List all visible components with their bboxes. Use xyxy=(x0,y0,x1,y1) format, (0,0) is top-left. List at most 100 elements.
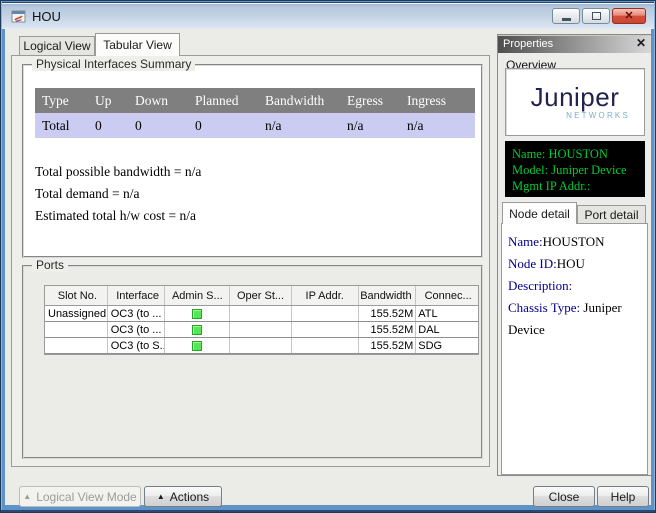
summary-total-up: 0 xyxy=(88,118,128,134)
logical-view-mode-button: ▲ Logical View Mode xyxy=(19,486,141,507)
summary-table-header: Type Up Down Planned Bandwidth Egress In… xyxy=(35,88,475,113)
field-name: Name:HOUSTON xyxy=(508,231,641,253)
minimize-icon xyxy=(562,18,571,21)
admin-status-up-icon xyxy=(192,309,202,319)
port-slot xyxy=(45,322,108,337)
window-title: HOU xyxy=(32,3,61,30)
ports-group-title: Ports xyxy=(32,258,68,272)
help-label: Help xyxy=(611,490,636,504)
close-label: Close xyxy=(549,490,580,504)
ports-row-3[interactable]: OC3 (to S... 155.52M SDG xyxy=(45,338,478,354)
summary-total-row[interactable]: Total 0 0 0 n/a n/a n/a xyxy=(35,113,475,138)
ports-col-ip-addr[interactable]: IP Addr. xyxy=(292,286,359,305)
note-total-possible-bandwidth: Total possible bandwidth = n/a xyxy=(35,161,201,183)
minimize-button[interactable] xyxy=(552,8,580,24)
ports-row-1[interactable]: Unassigned OC3 (to ... 155.52M ATL xyxy=(45,306,478,322)
port-ip xyxy=(292,338,359,353)
close-icon: ✕ xyxy=(624,11,633,22)
port-interface: OC3 (to S... xyxy=(108,338,166,353)
summary-col-down[interactable]: Down xyxy=(128,93,188,109)
display-name-line: Name: HOUSTON xyxy=(512,146,638,162)
port-ip xyxy=(292,306,359,321)
tabular-view-panel: Physical Interfaces Summary Type Up Down… xyxy=(11,55,490,467)
up-arrow-icon: ▲ xyxy=(157,493,165,501)
ports-group: Ports Slot No. Interface Admin S... Oper… xyxy=(22,265,483,459)
tab-tabular-view[interactable]: Tabular View xyxy=(95,33,180,56)
ports-col-connect[interactable]: Connec... xyxy=(416,286,478,305)
ports-col-interface[interactable]: Interface xyxy=(108,286,166,305)
actions-button[interactable]: ▲ Actions xyxy=(144,486,222,507)
window-titlebar[interactable]: HOU ✕ xyxy=(2,2,654,29)
summary-col-up[interactable]: Up xyxy=(88,93,128,109)
port-interface: OC3 (to ... xyxy=(108,306,166,321)
tab-logical-view[interactable]: Logical View xyxy=(19,36,95,55)
tab-node-detail[interactable]: Node detail xyxy=(502,202,577,224)
summary-col-bandwidth[interactable]: Bandwidth xyxy=(258,93,340,109)
juniper-logo: Juniper xyxy=(531,84,620,110)
client-area: Logical View Tabular View Physical Inter… xyxy=(5,29,651,505)
summary-total-bandwidth: n/a xyxy=(258,118,340,134)
port-bandwidth: 155.52M xyxy=(359,338,417,353)
summary-col-type[interactable]: Type xyxy=(35,93,88,109)
help-button[interactable]: Help xyxy=(597,486,649,507)
properties-titlebar[interactable]: Properties ✕ xyxy=(498,35,651,53)
close-window-button[interactable]: ✕ xyxy=(612,8,646,24)
properties-panel: Properties ✕ Overview Juniper NETWORKS N… xyxy=(497,34,652,476)
field-description: Description: xyxy=(508,275,641,297)
ports-row-2[interactable]: OC3 (to ... 155.52M DAL xyxy=(45,322,478,338)
field-node-id: Node ID:HOU xyxy=(508,253,641,275)
ports-col-bandwidth[interactable]: Bandwidth xyxy=(359,286,417,305)
port-admin-cell xyxy=(165,306,230,321)
ports-table: Slot No. Interface Admin S... Oper St...… xyxy=(44,285,479,355)
summary-total-ingress: n/a xyxy=(400,118,475,134)
port-ip xyxy=(292,322,359,337)
port-slot: Unassigned xyxy=(45,306,108,321)
port-oper xyxy=(230,338,292,353)
properties-title: Properties xyxy=(503,35,553,53)
field-chassis-type: Chassis Type: Juniper Device xyxy=(508,297,641,341)
port-admin-cell xyxy=(165,322,230,337)
port-slot xyxy=(45,338,108,353)
ports-col-slot[interactable]: Slot No. xyxy=(45,286,108,305)
java-app-icon xyxy=(11,9,26,24)
logical-view-mode-label: Logical View Mode xyxy=(36,490,137,504)
port-admin-cell xyxy=(165,338,230,353)
physical-interfaces-summary-group: Physical Interfaces Summary Type Up Down… xyxy=(22,64,483,258)
maximize-icon xyxy=(592,12,601,20)
juniper-networks-label: NETWORKS xyxy=(566,111,630,120)
note-estimated-cost: Estimated total h/w cost = n/a xyxy=(35,205,201,227)
port-connect: ATL xyxy=(416,306,478,321)
maximize-button[interactable] xyxy=(582,8,610,24)
summary-notes: Total possible bandwidth = n/a Total dem… xyxy=(35,161,201,227)
summary-col-egress[interactable]: Egress xyxy=(340,93,400,109)
ports-table-header: Slot No. Interface Admin S... Oper St...… xyxy=(45,286,478,306)
juniper-logo-box: Juniper NETWORKS xyxy=(505,68,645,136)
admin-status-up-icon xyxy=(192,325,202,335)
summary-col-planned[interactable]: Planned xyxy=(188,93,258,109)
admin-status-up-icon xyxy=(192,341,202,351)
port-oper xyxy=(230,322,292,337)
device-info-display: Name: HOUSTON Model: Juniper Device Mgmt… xyxy=(505,141,645,197)
note-total-demand: Total demand = n/a xyxy=(35,183,201,205)
summary-total-type: Total xyxy=(35,118,88,134)
port-connect: SDG xyxy=(416,338,478,353)
ports-col-oper-status[interactable]: Oper St... xyxy=(230,286,292,305)
display-model-line: Model: Juniper Device xyxy=(512,162,638,178)
summary-total-planned: 0 xyxy=(188,118,258,134)
up-arrow-icon: ▲ xyxy=(23,493,31,501)
display-mgmt-ip-line: Mgmt IP Addr.: xyxy=(512,178,638,194)
summary-table: Type Up Down Planned Bandwidth Egress In… xyxy=(35,88,475,138)
port-interface: OC3 (to ... xyxy=(108,322,166,337)
port-bandwidth: 155.52M xyxy=(359,306,417,321)
ports-col-admin-status[interactable]: Admin S... xyxy=(165,286,230,305)
actions-label: Actions xyxy=(170,490,209,504)
properties-close-button[interactable]: ✕ xyxy=(636,36,646,50)
summary-col-ingress[interactable]: Ingress xyxy=(400,93,475,109)
tab-port-detail[interactable]: Port detail xyxy=(577,205,646,224)
summary-total-egress: n/a xyxy=(340,118,400,134)
app-window: HOU ✕ Logical View Tabular View Physical… xyxy=(0,0,656,513)
summary-group-title: Physical Interfaces Summary xyxy=(32,57,195,71)
close-button[interactable]: Close xyxy=(533,486,595,507)
port-bandwidth: 155.52M xyxy=(359,322,417,337)
summary-total-down: 0 xyxy=(128,118,188,134)
